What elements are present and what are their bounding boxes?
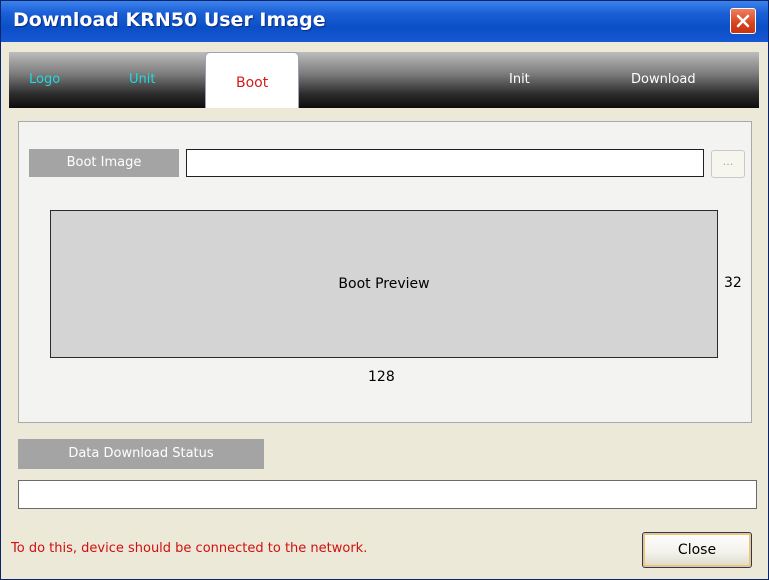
boot-image-path-input[interactable]: [186, 149, 704, 177]
dialog-window: Download KRN50 User Image Logo Unit Boot…: [0, 0, 769, 580]
preview-width-value: 128: [368, 369, 395, 385]
tab-init-label: Init: [509, 72, 530, 87]
tab-boot[interactable]: Boot: [205, 52, 299, 108]
preview-height-value: 32: [724, 275, 742, 291]
tab-download[interactable]: Download: [623, 52, 713, 108]
tab-unit[interactable]: Unit: [129, 52, 199, 108]
browse-button[interactable]: ...: [711, 150, 745, 178]
tab-bar: Logo Unit Boot Init Download: [9, 52, 759, 108]
window-close-button[interactable]: [730, 8, 756, 34]
boot-preview-area: Boot Preview: [50, 210, 718, 358]
boot-preview-label: Boot Preview: [338, 276, 430, 292]
boot-image-label: Boot Image: [29, 149, 179, 177]
tab-download-label: Download: [631, 72, 696, 87]
download-status-bar: [18, 480, 757, 509]
network-warning-text: To do this, device should be connected t…: [11, 541, 368, 556]
tab-logo[interactable]: Logo: [29, 52, 99, 108]
close-icon: [736, 14, 750, 28]
window-title: Download KRN50 User Image: [13, 9, 326, 31]
tab-unit-label: Unit: [129, 72, 156, 87]
tab-logo-label: Logo: [29, 72, 61, 87]
tab-init[interactable]: Init: [499, 52, 559, 108]
title-bar[interactable]: Download KRN50 User Image: [1, 1, 768, 42]
tab-boot-label: Boot: [236, 75, 269, 91]
close-button[interactable]: Close: [642, 532, 752, 568]
download-status-label: Data Download Status: [18, 439, 264, 469]
